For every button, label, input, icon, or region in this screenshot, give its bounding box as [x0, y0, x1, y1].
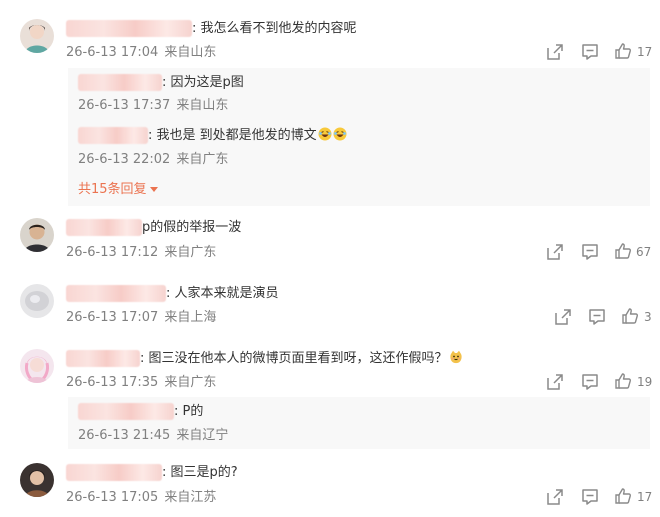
comment-meta: 26-6-13 17:07 来自上海: [66, 309, 216, 326]
like-icon[interactable]: [613, 41, 633, 61]
comment-text: p的假的举报一波: [142, 220, 242, 235]
reply-meta: 26-6-13 21:45 来自辽宁: [78, 427, 228, 444]
comment-text: : 图三是p的?: [162, 465, 238, 480]
share-icon[interactable]: [545, 242, 565, 262]
reply-location: 来自广东: [176, 152, 229, 167]
share-icon[interactable]: [545, 487, 565, 507]
share-icon[interactable]: [545, 42, 565, 62]
reply-section: : P的 26-6-13 21:45 来自辽宁: [68, 397, 650, 449]
more-replies-link[interactable]: 共15条回复: [78, 181, 158, 198]
like-icon[interactable]: [613, 486, 633, 506]
reply-text: : P的: [174, 404, 204, 419]
like-count: 19: [637, 375, 653, 389]
username-blurred[interactable]: [78, 127, 148, 144]
like-count: 17: [637, 490, 653, 504]
cat-emoji-icon: [449, 350, 462, 364]
reply-text: : 我也是 到处都是他发的博文: [148, 127, 347, 144]
comment-text: : 我怎么看不到他发的内容呢: [192, 21, 357, 36]
avatar[interactable]: [20, 349, 54, 383]
caret-down-icon: [149, 187, 158, 192]
like-count: 67: [636, 245, 652, 259]
comment-meta: 26-6-13 17:04 来自山东: [66, 44, 216, 61]
reply-location: 来自山东: [176, 98, 229, 113]
username-blurred[interactable]: [66, 219, 142, 236]
comment-location: 来自广东: [164, 245, 217, 260]
like-icon[interactable]: [613, 241, 633, 261]
comment-icon[interactable]: [580, 372, 600, 392]
username-blurred[interactable]: [78, 74, 162, 91]
like-count: 17: [637, 45, 653, 59]
reply-meta: 26-6-13 22:02 来自广东: [78, 151, 228, 168]
comment-meta: 26-6-13 17:35 来自广东: [66, 374, 216, 391]
comment-time: 26-6-13 17:12: [66, 245, 159, 260]
username-blurred[interactable]: [66, 285, 166, 302]
comment-icon[interactable]: [580, 242, 600, 262]
username-blurred[interactable]: [66, 20, 192, 37]
comment-time: 26-6-13 17:35: [66, 375, 159, 390]
reply-text-content: : 我也是 到处都是他发的博文: [148, 128, 317, 143]
comment-meta: 26-6-13 17:12 来自广东: [66, 244, 216, 261]
comment-icon[interactable]: [580, 487, 600, 507]
comment-icon[interactable]: [580, 42, 600, 62]
reply-time: 26-6-13 21:45: [78, 428, 171, 443]
more-replies-label: 共15条回复: [78, 182, 147, 197]
share-icon[interactable]: [553, 307, 573, 327]
reply-location: 来自辽宁: [176, 428, 229, 443]
like-count: 3: [644, 310, 652, 324]
reply-meta: 26-6-13 17:37 来自山东: [78, 97, 228, 114]
username-blurred[interactable]: [66, 350, 140, 367]
reply-text: : 因为这是p图: [162, 75, 244, 90]
comment-text-content: : 图三没在他本人的微博页面里看到呀，这还作假吗？: [140, 351, 448, 366]
avatar[interactable]: [20, 284, 54, 318]
like-icon[interactable]: [620, 306, 640, 326]
share-icon[interactable]: [545, 372, 565, 392]
avatar[interactable]: [20, 218, 54, 252]
laugh-cry-emoji-icon: [332, 127, 347, 141]
comment-time: 26-6-13 17:05: [66, 490, 159, 505]
comment-location: 来自山东: [164, 45, 217, 60]
comment-text: : 图三没在他本人的微博页面里看到呀，这还作假吗？: [140, 350, 463, 367]
comment-icon[interactable]: [587, 307, 607, 327]
laugh-cry-emoji-icon: [317, 127, 332, 141]
comment-meta: 26-6-13 17:05 来自江苏: [66, 489, 216, 506]
username-blurred[interactable]: [66, 464, 162, 481]
comment-time: 26-6-13 17:07: [66, 310, 159, 325]
like-icon[interactable]: [613, 371, 633, 391]
reply-time: 26-6-13 17:37: [78, 98, 171, 113]
reply-time: 26-6-13 22:02: [78, 152, 171, 167]
avatar[interactable]: [20, 463, 54, 497]
comment-location: 来自江苏: [164, 490, 217, 505]
comment-location: 来自上海: [164, 310, 217, 325]
comment-text: : 人家本来就是演员: [166, 286, 279, 301]
avatar[interactable]: [20, 19, 54, 53]
username-blurred[interactable]: [78, 403, 174, 420]
comment-location: 来自广东: [164, 375, 217, 390]
comment-time: 26-6-13 17:04: [66, 45, 159, 60]
reply-section: : 因为这是p图 26-6-13 17:37 来自山东 : 我也是 到处都是他发的…: [68, 68, 650, 206]
